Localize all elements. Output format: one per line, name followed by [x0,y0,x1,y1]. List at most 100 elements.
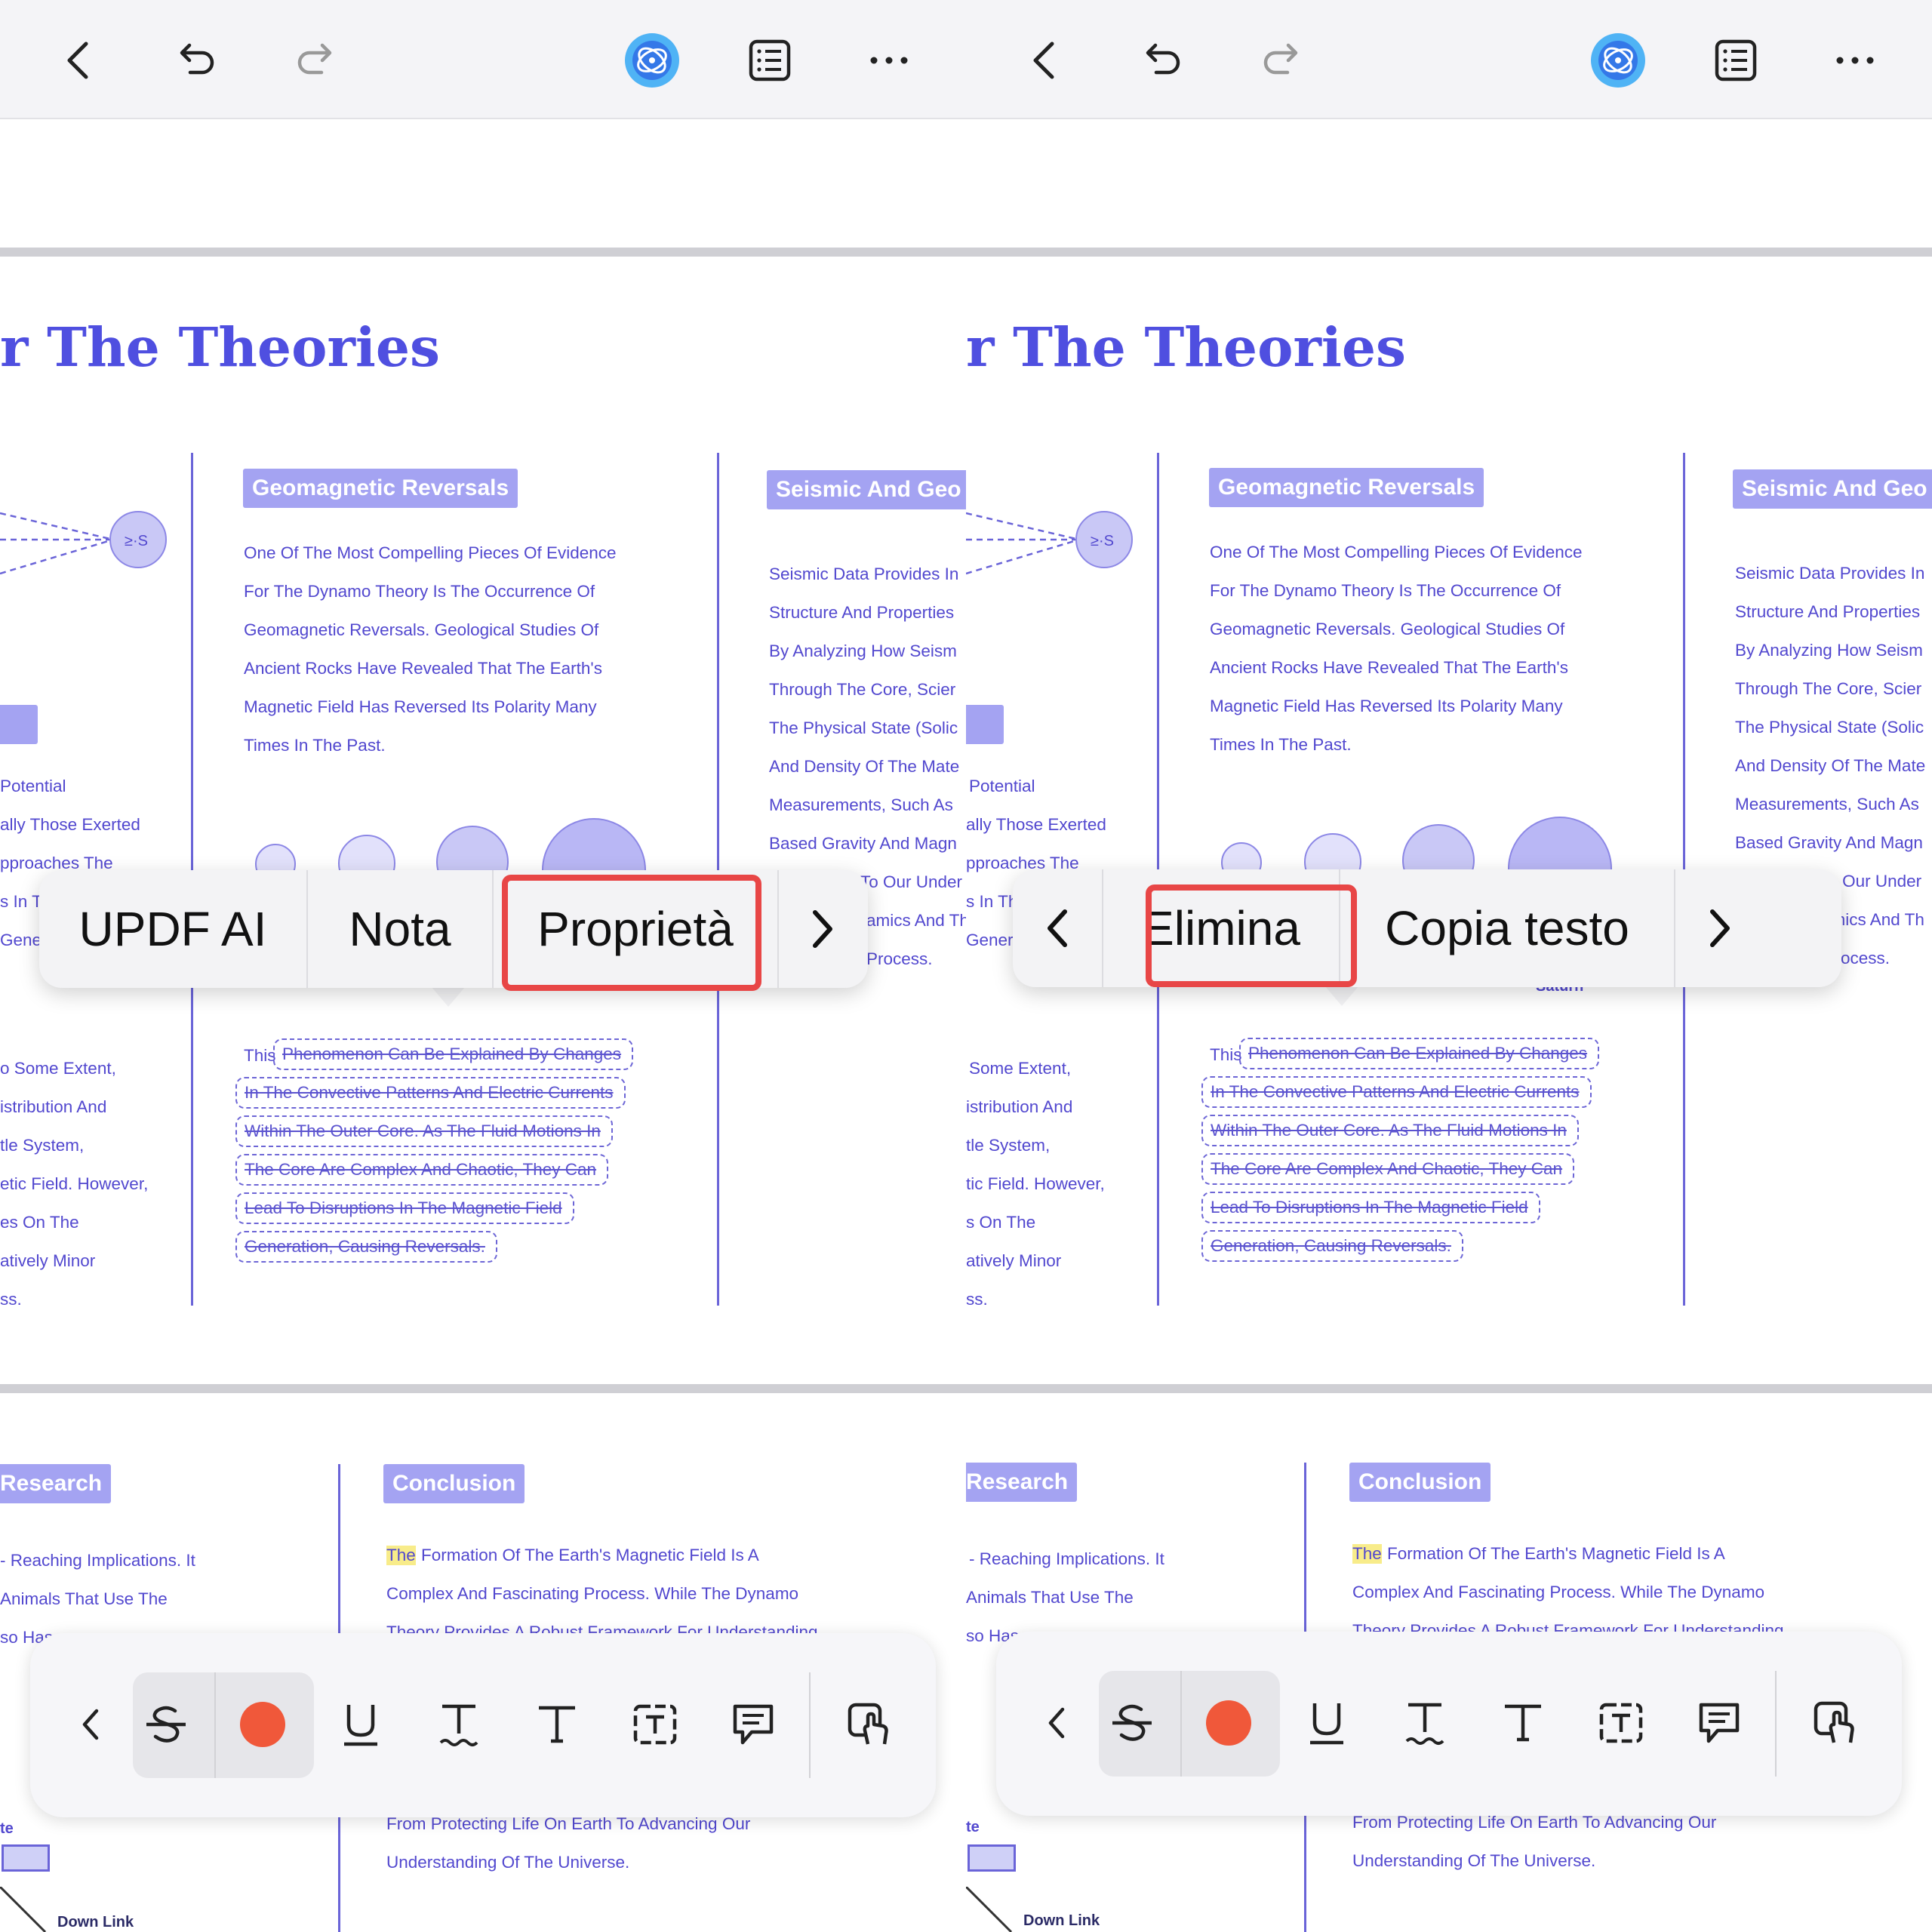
menu-prev-button[interactable] [1013,869,1102,987]
diagram-box [2,1844,50,1872]
body-line: Times In The Past. [1210,735,1352,754]
body-line: Measurements, Such As [769,795,953,814]
strike-annotation[interactable]: Lead To Disruptions In The Magnetic Fiel… [1201,1192,1540,1223]
chevron-left-icon [1048,909,1067,947]
body-line: Process. [866,949,933,968]
touch-select-icon[interactable] [832,1687,907,1762]
menu-pointer [432,987,465,1007]
partial-badge [0,705,38,744]
body-line: Ancient Rocks Have Revealed That The Ear… [244,659,602,678]
strike-annotation[interactable]: The Core Are Complex And Chaotic, They C… [235,1154,609,1186]
section-badge: Seismic And Geo [767,470,966,509]
toolbar-back-icon[interactable] [60,1687,121,1762]
underline-icon[interactable] [323,1687,398,1762]
strike-annotation[interactable]: Generation, Causing Reversals. [1201,1230,1463,1262]
back-icon[interactable] [1017,32,1075,89]
color-swatch [240,1702,285,1747]
strike-annotation[interactable]: Generation, Causing Reversals. [235,1231,497,1263]
undo-icon[interactable] [168,32,225,89]
col0-line: Potential [0,777,66,795]
col0-line: ss. [0,1290,22,1309]
diagram-lines: ≥·S [966,511,1133,575]
body-line: Formation Of The Earth's Magnetic Field … [421,1546,759,1564]
squiggly-icon[interactable] [1387,1685,1463,1761]
highlighted-word: The [1352,1544,1382,1564]
col0-line: ss. [966,1290,988,1309]
textbox-icon[interactable] [1583,1685,1659,1761]
underline-icon[interactable] [1289,1685,1364,1761]
menu-next-button[interactable] [779,870,866,988]
body-line: Based Gravity And Magn [1735,833,1923,852]
diagram-label: te [0,1820,14,1837]
strike-annotation[interactable]: The Core Are Complex And Chaotic, They C… [1201,1153,1575,1185]
section-badge: Geomagnetic Reversals [243,469,518,508]
text-icon[interactable] [519,1687,595,1762]
strikethrough-icon[interactable] [128,1687,204,1762]
annotation-toolbar [30,1633,936,1817]
page-separator [966,248,1932,257]
strike-annotation[interactable]: In The Convective Patterns And Electric … [235,1077,626,1109]
page-title: r The Theories [966,315,1406,379]
body-line: Animals That Use The [0,1589,168,1608]
body-line: One Of The Most Compelling Pieces Of Evi… [244,543,617,562]
toolbar-divider [214,1672,216,1778]
menu-next-button[interactable] [1675,869,1764,987]
comment-icon[interactable] [715,1687,791,1762]
color-picker-icon[interactable] [225,1687,300,1762]
updf-ai-icon[interactable] [1589,32,1647,89]
more-icon[interactable] [1826,32,1884,89]
col0-line: Some Extent, [969,1059,1072,1078]
textbox-icon[interactable] [617,1687,693,1762]
body-line: - Reaching Implications. It [0,1551,195,1570]
comment-icon[interactable] [1681,1685,1757,1761]
more-icon[interactable] [860,32,918,89]
diagram-label: te [966,1819,980,1835]
col0-line: atively Minor [0,1251,96,1270]
col0-line: tle System, [0,1136,85,1155]
section-badge: Seismic And Geo [1733,469,1932,509]
col0-line: tic Field. However, [966,1174,1105,1193]
body-line: Structure And Properties [769,603,955,622]
highlighted-word: The [386,1546,416,1565]
strike-annotation[interactable]: Within The Outer Core. As The Fluid Moti… [235,1115,613,1147]
squiggly-icon[interactable] [421,1687,497,1762]
section-badge: Research [0,1464,112,1503]
body-line: Magnetic Field Has Reversed Its Polarity… [244,697,597,716]
diagram-label: Down Link [1023,1912,1100,1929]
strike-annotation[interactable]: Within The Outer Core. As The Fluid Moti… [1201,1115,1579,1146]
section-badge: Geomagnetic Reversals [1209,468,1484,507]
menu-item-updf-ai[interactable]: UPDF AI [39,870,306,988]
strike-annotation[interactable]: Phenomenon Can Be Explained By Changes [1239,1038,1600,1069]
page-separator [0,248,966,257]
body-line: The Physical State (Solic [1735,718,1924,737]
strike-annotation[interactable]: Phenomenon Can Be Explained By Changes [273,1038,634,1070]
redo-icon[interactable] [1253,32,1310,89]
toolbar-back-icon[interactable] [1026,1685,1087,1761]
outline-list-icon[interactable] [741,32,798,89]
outline-list-icon[interactable] [1707,32,1764,89]
updf-ai-icon[interactable] [623,32,681,89]
strikethrough-icon[interactable] [1094,1685,1170,1761]
back-icon[interactable] [51,32,109,89]
toolbar-divider [1775,1671,1777,1777]
body-line: For The Dynamo Theory Is The Occurrence … [244,582,595,601]
body-line: Formation Of The Earth's Magnetic Field … [1387,1544,1725,1563]
top-toolbar [966,0,1932,119]
chevron-right-icon [1710,909,1730,947]
body-line: Understanding Of The Universe. [1352,1851,1596,1870]
color-picker-icon[interactable] [1191,1685,1266,1761]
color-swatch [1206,1700,1251,1746]
page-separator [0,1384,966,1393]
strike-annotation[interactable]: Lead To Disruptions In The Magnetic Fiel… [235,1192,574,1224]
touch-select-icon[interactable] [1798,1685,1873,1761]
col0-line: ally Those Exerted [0,815,140,834]
undo-icon[interactable] [1134,32,1191,89]
menu-item-copia-testo[interactable]: Copia testo [1340,869,1674,987]
col0-line: ally Those Exerted [966,815,1106,834]
top-toolbar [0,0,966,119]
svg-text:≥·S: ≥·S [1091,533,1114,549]
redo-icon[interactable] [287,32,344,89]
menu-item-nota[interactable]: Nota [308,870,492,988]
strike-annotation[interactable]: In The Convective Patterns And Electric … [1201,1076,1592,1108]
text-icon[interactable] [1485,1685,1561,1761]
